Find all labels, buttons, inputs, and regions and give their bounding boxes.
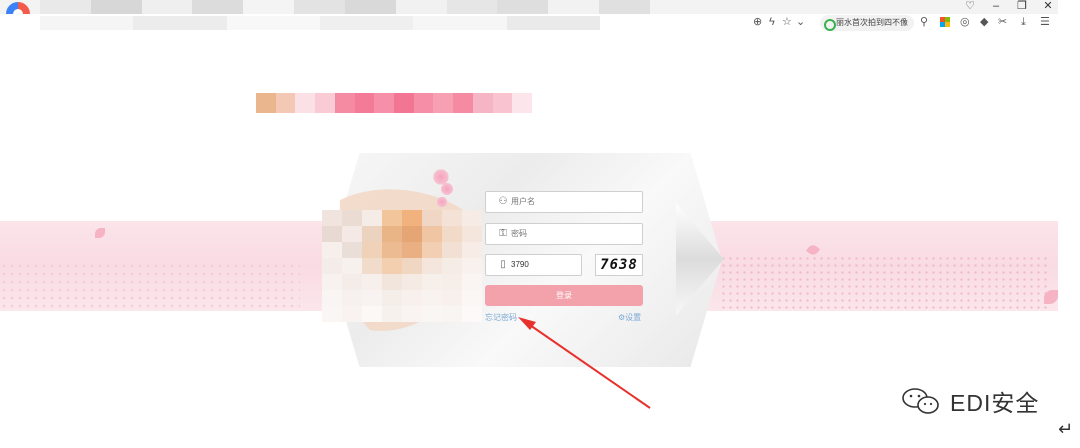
return-icon: ↵ bbox=[1058, 419, 1074, 439]
background-pattern bbox=[720, 255, 1050, 311]
restore-icon[interactable]: ❐ bbox=[1016, 0, 1028, 12]
screen: ♡ – ❐ ✕ ⊕ ϟ ☆ ⌄ 丽水首次拍到四不像 ⚲ ◎ ◆ ✂ ⤓ ☰ ⚇ … bbox=[0, 0, 1080, 448]
diamond-icon[interactable]: ◆ bbox=[980, 15, 988, 29]
scrollbar-gutter[interactable] bbox=[1058, 0, 1080, 448]
username-input[interactable] bbox=[511, 192, 631, 212]
flower-decoration bbox=[436, 196, 448, 208]
lightning-icon[interactable]: ϟ bbox=[769, 15, 775, 29]
pixelated-face bbox=[322, 210, 482, 322]
close-icon[interactable]: ✕ bbox=[1042, 0, 1054, 12]
captcha-image[interactable]: 7638 bbox=[595, 254, 643, 276]
minimize-icon[interactable]: – bbox=[990, 0, 1002, 12]
password-field[interactable]: ⚿ bbox=[485, 223, 643, 245]
captcha-field[interactable]: ▯ 3790 bbox=[485, 254, 582, 276]
blurred-address-bar[interactable] bbox=[40, 16, 600, 30]
watermark: EDI安全 bbox=[900, 384, 1039, 418]
wechat-icon bbox=[902, 388, 939, 414]
password-input[interactable] bbox=[511, 224, 631, 244]
username-field[interactable]: ⚇ bbox=[485, 191, 643, 213]
settings-link[interactable]: ⚙设置 bbox=[618, 312, 641, 324]
window-controls: ♡ – ❐ ✕ bbox=[964, 0, 1054, 12]
download-icon[interactable]: ⤓ bbox=[1021, 15, 1026, 29]
phone-icon: ▯ bbox=[500, 259, 506, 270]
chevron-down-icon[interactable]: ⌄ bbox=[796, 15, 805, 29]
login-button[interactable]: 登录 bbox=[485, 285, 643, 306]
shirt-icon[interactable]: ♡ bbox=[964, 0, 976, 12]
search-icon[interactable]: ⚲ bbox=[920, 15, 928, 29]
flower-decoration bbox=[440, 182, 454, 196]
circle-icon[interactable]: ◎ bbox=[960, 15, 970, 29]
site-header-logo bbox=[256, 93, 533, 113]
watermark-text: EDI安全 bbox=[950, 390, 1040, 416]
settings-label: 设置 bbox=[625, 313, 642, 322]
user-icon: ⚇ bbox=[498, 196, 508, 207]
microsoft-apps-icon[interactable] bbox=[940, 17, 950, 27]
lock-icon: ⚿ bbox=[499, 228, 507, 239]
zoom-icon[interactable]: ⊕ bbox=[753, 15, 762, 29]
menu-icon[interactable]: ☰ bbox=[1040, 15, 1050, 29]
scissors-icon[interactable]: ✂ bbox=[998, 15, 1007, 29]
news-ticker[interactable]: 丽水首次拍到四不像 bbox=[820, 15, 914, 31]
forgot-password-link[interactable]: 忘记密码 bbox=[485, 312, 517, 324]
background-pattern bbox=[0, 262, 300, 310]
star-icon[interactable]: ☆ bbox=[782, 15, 792, 29]
